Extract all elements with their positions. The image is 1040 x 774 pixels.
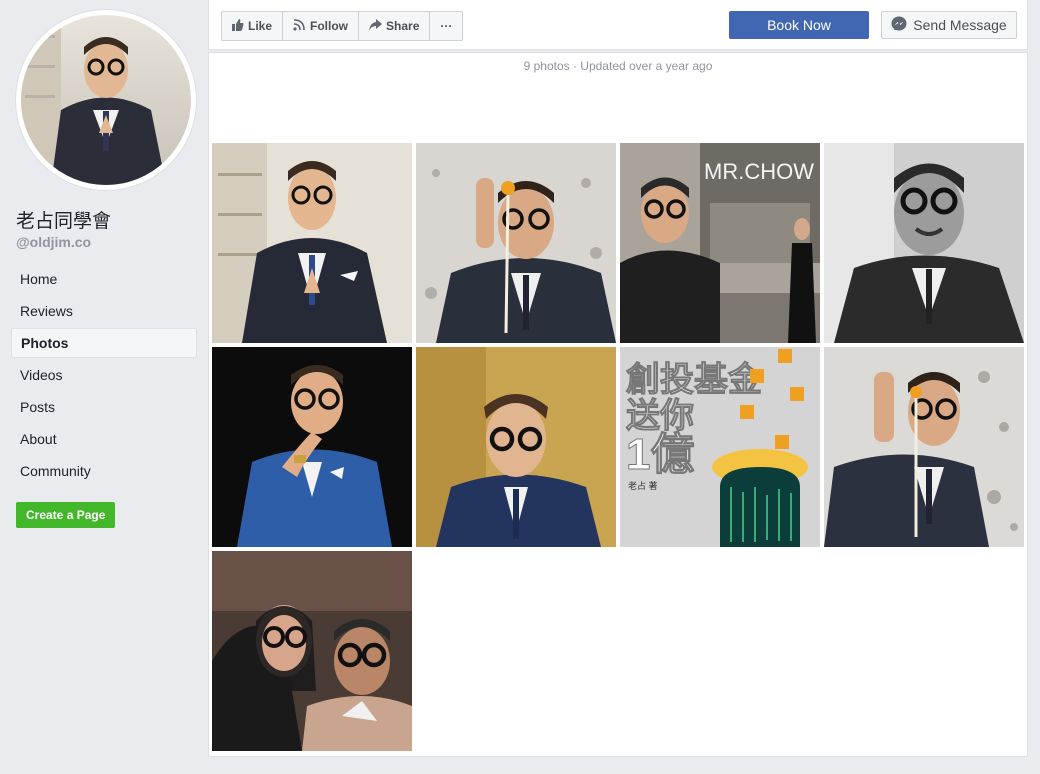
share-label: Share (386, 19, 420, 33)
create-page-button[interactable]: Create a Page (16, 502, 116, 528)
photo-thumbnail[interactable] (212, 347, 412, 547)
photo-thumbnail[interactable] (824, 347, 1024, 547)
photo-thumbnail[interactable] (416, 143, 616, 343)
book-title-line-3: 1億 (626, 430, 694, 479)
nav-item-community[interactable]: Community (11, 456, 197, 486)
book-title-line-1: 創投基金 (626, 360, 763, 399)
action-button-group: Like Follow Share ··· (221, 11, 464, 41)
page-username[interactable]: @oldjim.co (16, 234, 91, 250)
profile-picture-frame[interactable] (16, 10, 196, 190)
nav-item-reviews[interactable]: Reviews (11, 296, 197, 326)
photo-thumbnail[interactable] (416, 347, 616, 547)
nav-item-posts[interactable]: Posts (11, 392, 197, 422)
send-message-button[interactable]: Send Message (881, 11, 1017, 39)
page-navigation: Home Reviews Photos Videos Posts About C… (11, 264, 197, 488)
like-label: Like (248, 19, 273, 33)
photo-thumbnail[interactable]: 創投基金 送你 1億 老占 著 (620, 347, 820, 547)
send-message-label: Send Message (913, 17, 1007, 33)
messenger-icon (891, 16, 907, 35)
mr-chow-sign: MR.CHOW (704, 159, 814, 184)
share-button[interactable]: Share (359, 12, 431, 40)
photos-album-panel: 9 photos · Updated over a year ago MR.CH… (208, 52, 1028, 757)
photo-thumbnail[interactable] (212, 551, 412, 751)
book-now-button[interactable]: Book Now (729, 11, 869, 39)
like-button[interactable]: Like (222, 12, 284, 40)
nav-item-photos[interactable]: Photos (11, 328, 197, 358)
rss-follow-icon (293, 18, 306, 34)
share-arrow-icon (369, 18, 383, 34)
nav-item-videos[interactable]: Videos (11, 360, 197, 390)
photo-thumbnail[interactable] (212, 143, 412, 343)
follow-label: Follow (310, 19, 349, 33)
nav-item-home[interactable]: Home (11, 264, 197, 294)
thumbs-up-icon (232, 18, 244, 34)
profile-picture[interactable] (21, 15, 191, 185)
page-title[interactable]: 老占同學會 (16, 206, 111, 233)
album-metadata: 9 photos · Updated over a year ago (523, 59, 713, 73)
nav-item-about[interactable]: About (11, 424, 197, 454)
more-options-button[interactable]: ··· (430, 12, 462, 40)
photo-thumbnail[interactable] (824, 143, 1024, 343)
page-action-bar: Like Follow Share ··· Book Now Send Mess… (208, 0, 1028, 50)
follow-button[interactable]: Follow (283, 12, 360, 40)
book-author: 老占 著 (628, 480, 658, 491)
more-dots-icon: ··· (440, 19, 453, 33)
photo-thumbnail[interactable]: MR.CHOW (620, 143, 820, 343)
